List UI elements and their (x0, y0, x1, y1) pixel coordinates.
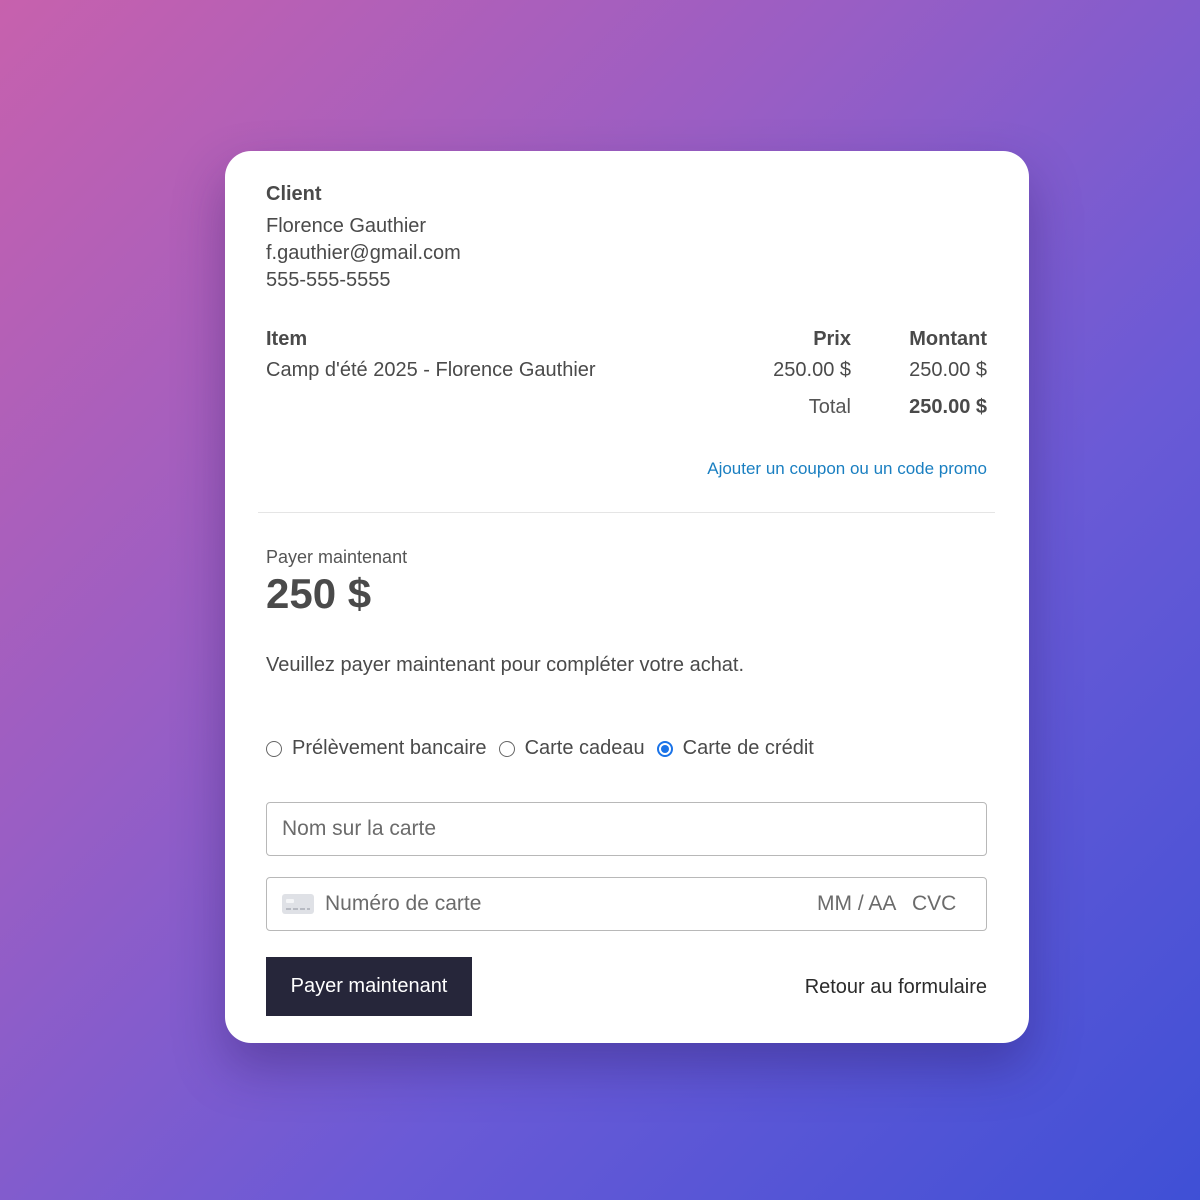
payment-instructions: Veuillez payer maintenant pour compléter… (266, 654, 745, 676)
pay-now-button[interactable]: Payer maintenant (266, 957, 472, 1016)
name-on-card-input[interactable] (282, 803, 972, 855)
credit-card-icon (282, 894, 314, 914)
checkout-card: Client Florence Gauthier f.gauthier@gmai… (225, 151, 1029, 1043)
payment-method-gift-card[interactable]: Carte cadeau (498, 737, 645, 760)
radio-credit-card[interactable] (656, 740, 673, 757)
payment-method-bank[interactable]: Prélèvement bancaire (266, 737, 487, 760)
expiry-input[interactable] (817, 878, 901, 930)
card-number-input[interactable] (325, 878, 745, 930)
payment-method-credit-card[interactable]: Carte de crédit (656, 737, 814, 760)
back-to-form-link[interactable]: Retour au formulaire (805, 976, 987, 999)
pay-amount: 250 $ (266, 570, 372, 617)
name-on-card-field[interactable] (266, 802, 987, 856)
cvc-input[interactable] (912, 878, 972, 930)
radio-gift-card[interactable] (498, 740, 515, 757)
payment-method-credit-card-label: Carte de crédit (682, 737, 814, 759)
payment-method-gift-card-label: Carte cadeau (524, 737, 645, 759)
pay-now-label: Payer maintenant (266, 547, 408, 567)
radio-bank-debit[interactable] (266, 740, 282, 757)
payment-method-bank-label: Prélèvement bancaire (292, 737, 487, 759)
payment-method-group: Prélèvement bancaire Carte cadeau Carte … (266, 737, 826, 760)
card-details-field[interactable] (266, 877, 987, 931)
payment-section: Payer maintenant 250 $ Veuillez payer ma… (266, 151, 987, 1043)
